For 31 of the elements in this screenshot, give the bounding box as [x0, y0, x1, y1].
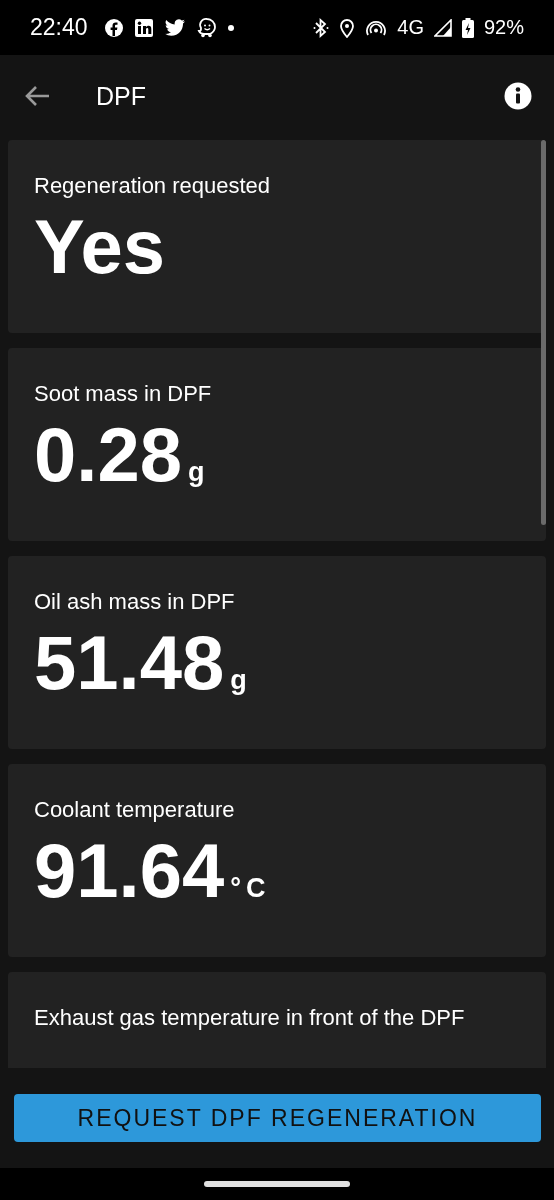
battery-level: 92%	[483, 16, 524, 39]
home-handle[interactable]	[204, 1181, 350, 1187]
facebook-icon	[103, 17, 124, 38]
scrollbar[interactable]	[541, 140, 546, 525]
reading-value: 51.48	[34, 623, 225, 703]
dot-icon	[227, 24, 234, 31]
location-pin-icon	[339, 17, 356, 38]
reading-label: Exhaust gas temperature in front of the DPF	[34, 1005, 465, 1031]
smiley-icon	[195, 16, 218, 39]
hotspot-icon	[365, 18, 388, 37]
network-type: 4G	[397, 16, 424, 39]
reading-label: Regeneration requested	[34, 173, 271, 199]
reading-label: Oil ash mass in DPF	[34, 589, 235, 615]
screen-title: DPF	[96, 81, 147, 111]
reading-value: 0.28	[34, 415, 182, 495]
signal-icon	[433, 18, 452, 37]
reading-unit: g	[187, 457, 210, 488]
bluetooth-icon	[313, 17, 330, 38]
reading-unit: °C	[230, 873, 271, 904]
status-time: 22:40	[30, 14, 88, 41]
bird-icon	[163, 18, 186, 37]
reading-unit: g	[230, 665, 252, 696]
reading-value: 91.64	[34, 831, 225, 911]
info-icon[interactable]	[504, 82, 532, 110]
reading-label: Soot mass in DPF	[34, 381, 212, 407]
regeneration-button[interactable]: REQUEST DPF REGENERATION	[14, 1094, 541, 1142]
battery-charging-icon	[461, 17, 474, 38]
reading-label: Coolant temperature	[34, 797, 235, 823]
back-arrow-icon[interactable]	[24, 85, 50, 107]
linkedin-icon	[133, 17, 154, 38]
reading-value: Yes	[34, 207, 166, 287]
